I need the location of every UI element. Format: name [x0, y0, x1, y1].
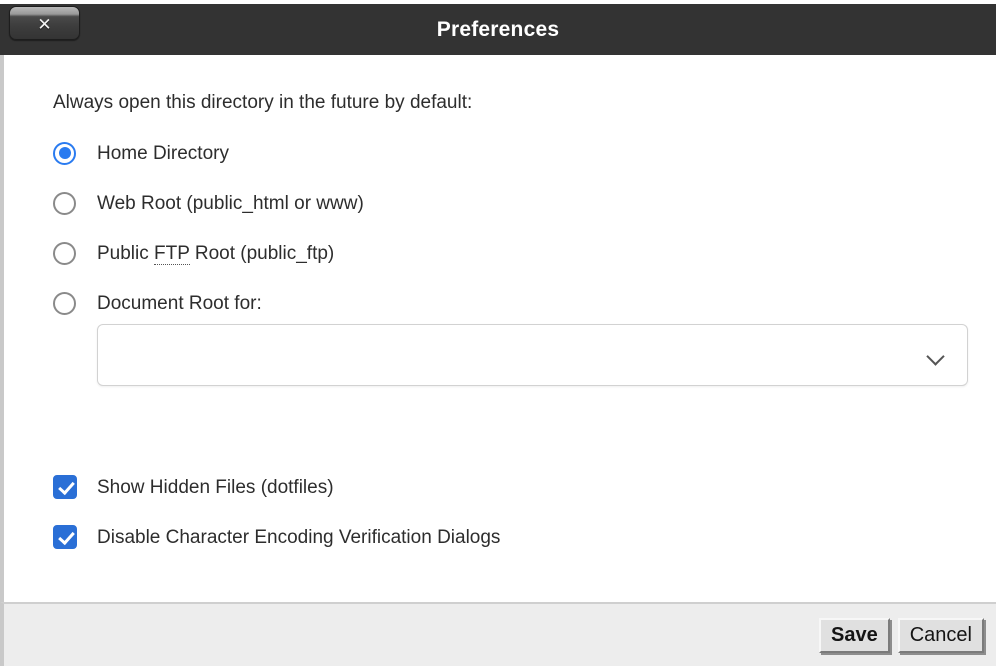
radio-label-document-root: Document Root for: [97, 292, 262, 314]
radio-label-home-directory: Home Directory [97, 142, 229, 164]
radio-row-home-directory[interactable]: Home Directory [53, 140, 996, 166]
dialog-titlebar: ✕ Preferences [0, 4, 996, 55]
radio-row-document-root[interactable]: Document Root for: [53, 290, 996, 316]
dialog-title: Preferences [436, 18, 560, 41]
chevron-down-icon [928, 350, 945, 360]
checkbox-label-show-hidden-files: Show Hidden Files (dotfiles) [97, 476, 334, 498]
dialog-body: Always open this directory in the future… [0, 55, 996, 602]
save-button[interactable]: Save [819, 617, 890, 653]
radio-row-web-root[interactable]: Web Root (public_html or www) [53, 190, 996, 216]
checkbox-disable-encoding-dialogs[interactable] [53, 525, 77, 549]
dialog-footer: Save Cancel [0, 602, 996, 666]
radio-home-directory[interactable] [53, 141, 76, 165]
checkbox-group: Show Hidden Files (dotfiles) Disable Cha… [53, 474, 996, 550]
radio-web-root[interactable] [53, 191, 76, 215]
document-root-select[interactable] [97, 324, 968, 386]
radio-document-root[interactable] [53, 291, 76, 315]
cancel-button[interactable]: Cancel [897, 617, 984, 653]
preferences-dialog: — — — — — — ✕ Preferences Always open th… [0, 0, 996, 666]
checkbox-show-hidden-files[interactable] [53, 475, 77, 499]
checkbox-row-show-hidden-files[interactable]: Show Hidden Files (dotfiles) [53, 474, 996, 500]
radio-public-ftp-root[interactable] [53, 241, 76, 265]
radio-label-web-root: Web Root (public_html or www) [97, 192, 364, 214]
radio-row-public-ftp-root[interactable]: Public FTP Root (public_ftp) [53, 240, 996, 266]
ftp-label-prefix: Public [97, 242, 155, 264]
ftp-label-suffix: Root (public_ftp) [189, 242, 335, 264]
intro-label: Always open this directory in the future… [53, 92, 473, 113]
checkbox-row-disable-encoding-dialogs[interactable]: Disable Character Encoding Verification … [53, 524, 996, 550]
close-icon: ✕ [37, 15, 52, 35]
ftp-abbreviation: FTP [154, 242, 190, 265]
close-button[interactable]: ✕ [9, 6, 80, 40]
radio-label-public-ftp-root: Public FTP Root (public_ftp) [97, 242, 335, 265]
checkbox-label-disable-encoding-dialogs: Disable Character Encoding Verification … [97, 526, 501, 548]
